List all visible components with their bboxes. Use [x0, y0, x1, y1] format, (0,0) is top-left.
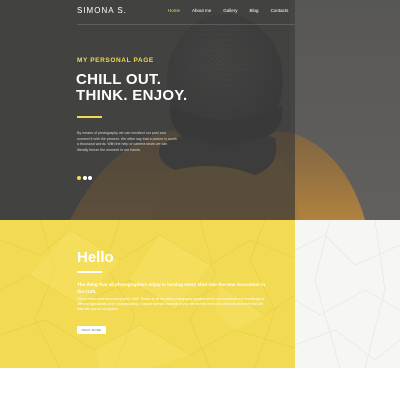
footer-blank-area — [0, 368, 400, 400]
hero-body-text: By means of photography we can recollect… — [77, 131, 177, 152]
intro-section: Hello The thing that all photographers e… — [0, 220, 295, 368]
hero-accent-line — [77, 116, 102, 118]
hero-right-strip — [295, 0, 400, 220]
read-more-button[interactable]: READ MORE — [77, 326, 106, 334]
page: SIMONA S. Home About me Gallery Blog Con… — [0, 0, 400, 400]
hero-kicker: MY PERSONAL PAGE — [77, 57, 154, 64]
site-logo[interactable]: SIMONA S. — [77, 6, 127, 15]
slider-dots — [77, 176, 92, 180]
hero-title: CHILL OUT. THINK. ENJOY. — [76, 72, 187, 104]
nav-item-home[interactable]: Home — [162, 6, 186, 17]
hero-title-line-2: THINK. ENJOY. — [76, 87, 188, 104]
nav-item-blog[interactable]: Blog — [244, 6, 265, 17]
slider-dot-1[interactable] — [77, 176, 81, 180]
hero-dark-overlay — [0, 0, 295, 220]
slider-dot-3[interactable] — [88, 176, 92, 180]
slider-dot-2[interactable] — [82, 176, 87, 180]
nav-item-gallery[interactable]: Gallery — [217, 6, 243, 17]
intro-lead-text: The thing that all photographers enjoy i… — [77, 282, 266, 294]
intro-body-text: This is what I have been doing since 199… — [77, 297, 265, 312]
hero-section: SIMONA S. Home About me Gallery Blog Con… — [0, 0, 400, 220]
nav-item-about[interactable]: About me — [186, 6, 217, 17]
white-paper-panel — [295, 220, 400, 368]
intro-accent-line — [77, 271, 102, 273]
nav-divider — [77, 24, 295, 25]
main-nav: Home About me Gallery Blog Contacts — [162, 6, 294, 17]
nav-item-contacts[interactable]: Contacts — [265, 6, 295, 17]
white-paper-texture — [295, 220, 400, 368]
intro-title: Hello — [77, 249, 114, 266]
hero-title-line-1: CHILL OUT. — [76, 71, 162, 88]
